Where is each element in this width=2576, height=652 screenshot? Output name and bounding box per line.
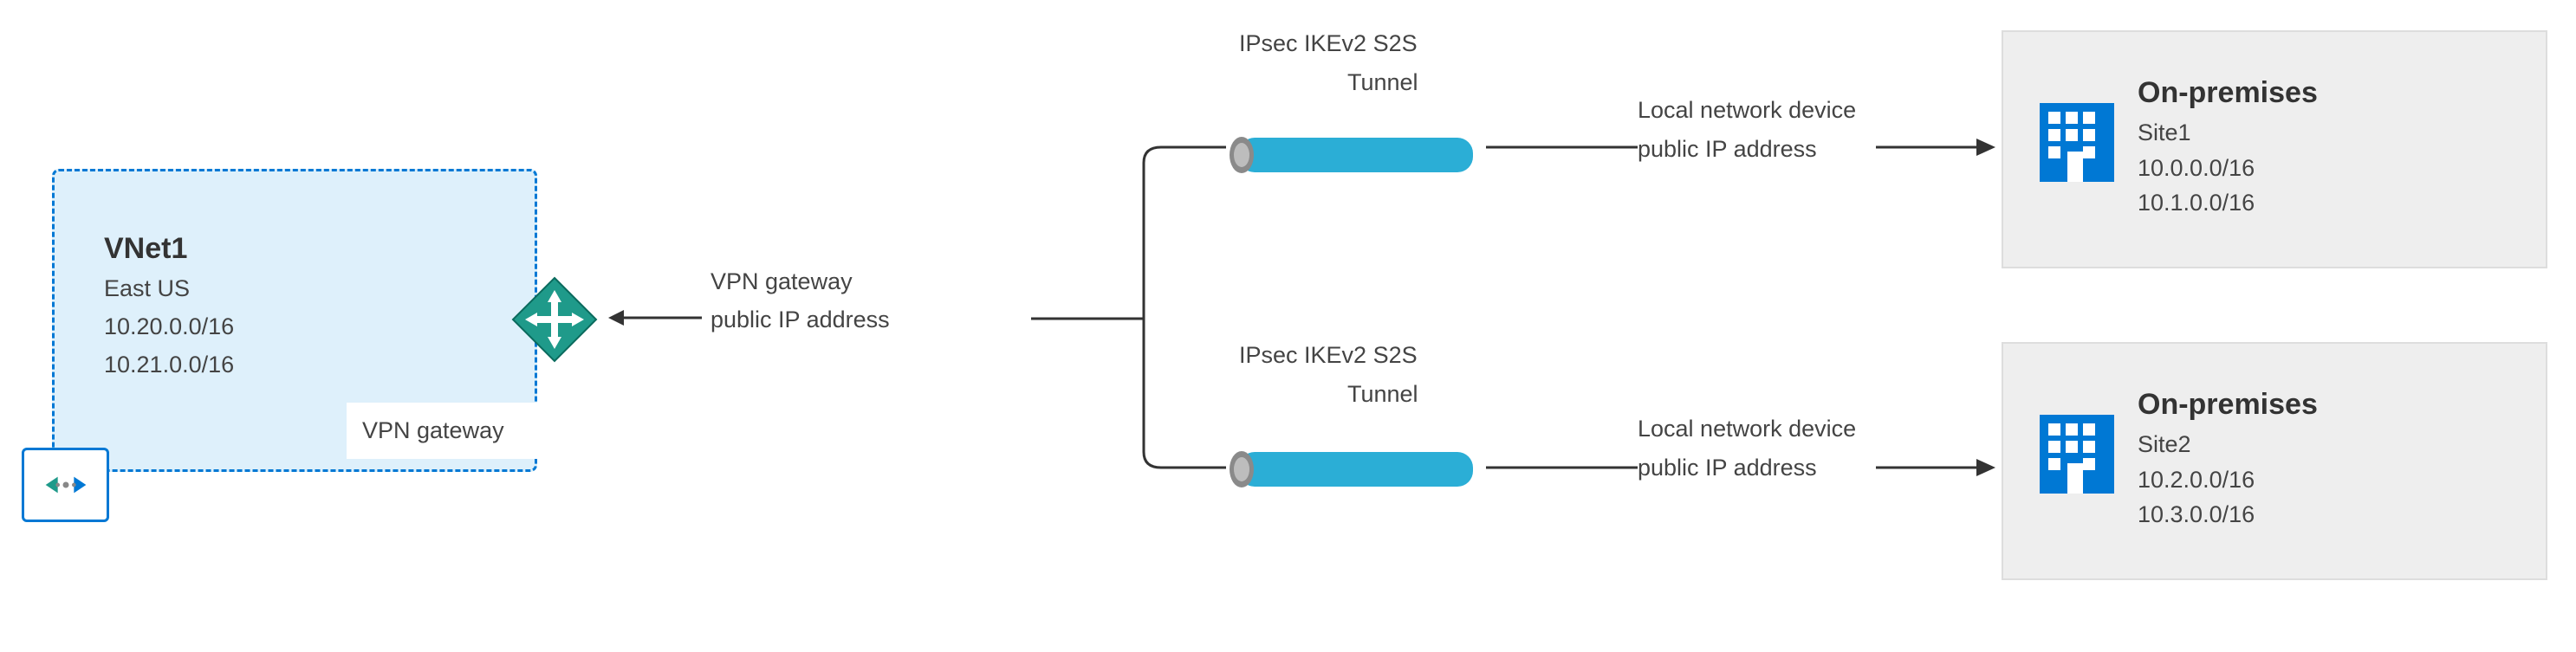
site1-heading: On-premises <box>2138 71 2546 115</box>
local-device-bottom-line2: public IP address <box>1638 455 1817 481</box>
branch-line <box>1031 130 1239 485</box>
site1-cidr2: 10.1.0.0/16 <box>2138 185 2546 221</box>
tunnel-label-top-line2: Tunnel <box>1347 69 1418 96</box>
vnet-title: VNet1 <box>104 232 187 266</box>
tunnel-label-bottom-line2: Tunnel <box>1347 381 1418 408</box>
vnet-region: East US <box>104 275 190 302</box>
site2-cidr2: 10.3.0.0/16 <box>2138 497 2546 533</box>
site2-heading: On-premises <box>2138 383 2546 427</box>
local-device-top-line2: public IP address <box>1638 136 1817 163</box>
line-tunnel1-out <box>1486 134 1638 160</box>
line-tunnel2-out <box>1486 455 1638 481</box>
vpn-gateway-info-line1: VPN gateway <box>711 268 853 295</box>
building-icon <box>2038 413 2116 495</box>
local-device-top-line1: Local network device <box>1638 97 1856 124</box>
vnet-cidr-2: 10.21.0.0/16 <box>104 352 234 378</box>
local-device-bottom-line1: Local network device <box>1638 416 1856 442</box>
arrow-to-site2 <box>1876 455 1997 481</box>
vnet-icon <box>22 448 109 522</box>
site2-container: On-premises Site2 10.2.0.0/16 10.3.0.0/1… <box>2002 342 2547 580</box>
building-icon <box>2038 101 2116 184</box>
vpn-gateway-icon <box>511 276 598 363</box>
vnet-cidr-1: 10.20.0.0/16 <box>104 313 234 340</box>
vpn-gateway-label-box: VPN gateway <box>347 403 546 459</box>
site1-cidr1: 10.0.0.0/16 <box>2138 151 2546 186</box>
vpn-gateway-label: VPN gateway <box>362 417 504 444</box>
arrow-to-site1 <box>1876 134 1997 160</box>
site2-cidr1: 10.2.0.0/16 <box>2138 462 2546 498</box>
tunnel-icon-bottom <box>1226 446 1486 493</box>
site1-name: Site1 <box>2138 115 2546 151</box>
vpn-gateway-info-line2: public IP address <box>711 307 890 333</box>
diagram-canvas: VNet1 East US 10.20.0.0/16 10.21.0.0/16 … <box>0 0 2576 652</box>
site2-name: Site2 <box>2138 427 2546 462</box>
tunnel-label-top-line1: IPsec IKEv2 S2S <box>1239 30 1418 57</box>
tunnel-label-bottom-line1: IPsec IKEv2 S2S <box>1239 342 1418 369</box>
arrow-to-gateway <box>607 305 702 331</box>
tunnel-icon-top <box>1226 132 1486 178</box>
site1-container: On-premises Site1 10.0.0.0/16 10.1.0.0/1… <box>2002 30 2547 268</box>
